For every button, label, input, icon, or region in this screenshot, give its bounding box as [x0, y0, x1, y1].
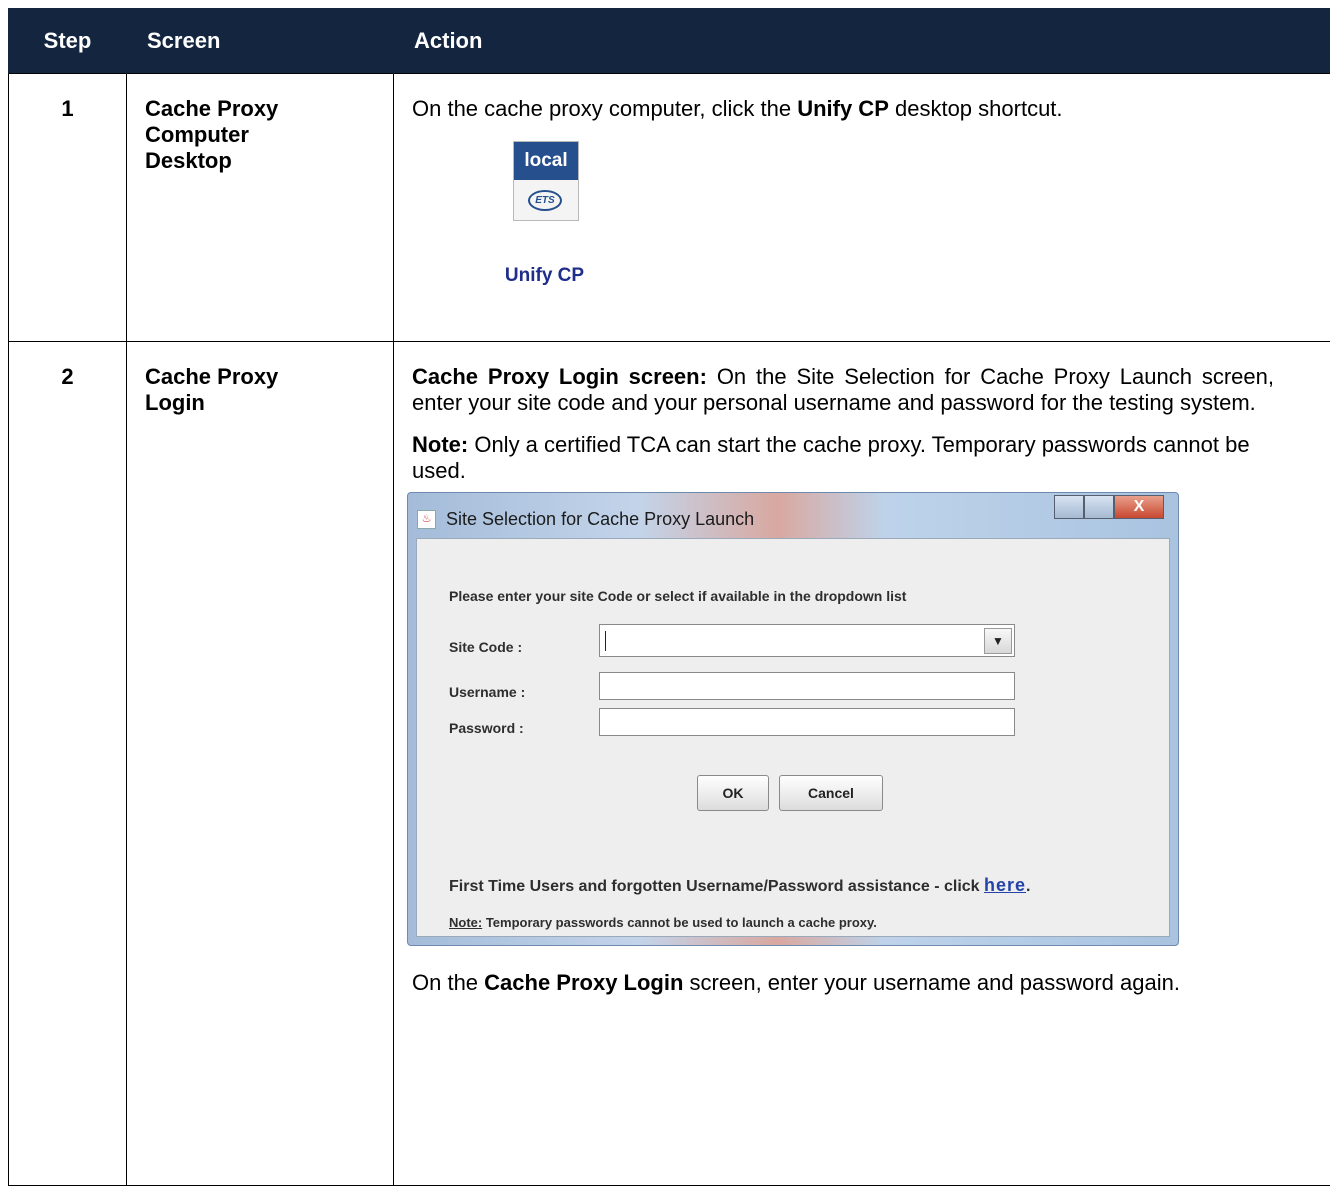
action-text-bold: Cache Proxy Login screen:: [412, 364, 707, 389]
column-header-screen: Screen: [127, 8, 394, 74]
note-text: Only a certified TCA can start the cache…: [412, 432, 1250, 483]
help-text: First Time Users and forgotten Username/…: [449, 872, 1031, 900]
unify-cp-shortcut[interactable]: local ETS Unify CP: [492, 141, 672, 301]
dialog-note: Note: Temporary passwords cannot be used…: [449, 910, 877, 936]
step-number: 2: [9, 342, 127, 1186]
dialog-body: Please enter your site Code or select if…: [416, 538, 1170, 937]
action-cell: Cache Proxy Login screen: On the Site Se…: [394, 342, 1330, 1186]
shortcut-label[interactable]: Unify CP: [492, 263, 597, 289]
window-controls: X: [1054, 495, 1164, 519]
java-app-icon: ♨: [417, 510, 436, 529]
text-cursor: [605, 631, 606, 651]
password-field[interactable]: [599, 708, 1015, 736]
column-header-action: Action: [394, 8, 1330, 74]
action-text-part: screen, enter your username and password…: [683, 970, 1180, 995]
screen-name-line: Computer: [145, 122, 375, 148]
action-cell: On the cache proxy computer, click the U…: [394, 74, 1330, 342]
table-row: 2 Cache Proxy Login Cache Proxy Login sc…: [9, 342, 1330, 1186]
action-text-part: desktop shortcut.: [889, 96, 1063, 121]
chevron-down-icon[interactable]: ▼: [984, 628, 1012, 654]
table-row: 1 Cache Proxy Computer Desktop On the ca…: [9, 74, 1330, 342]
unify-cp-shortcut-icon[interactable]: local ETS: [513, 141, 579, 221]
action-text-bold: Cache Proxy Login: [484, 970, 683, 995]
screen-name-line: Cache Proxy: [145, 96, 375, 122]
close-icon[interactable]: X: [1114, 495, 1164, 519]
dialog-note-label: Note:: [449, 915, 482, 930]
dialog-note-text: Temporary passwords cannot be used to la…: [482, 915, 877, 930]
help-text-part: First Time Users and forgotten Username/…: [449, 878, 984, 895]
site-selection-dialog: ♨ Site Selection for Cache Proxy Launch …: [407, 492, 1179, 946]
column-header-step: Step: [9, 8, 127, 74]
ets-logo-icon: ETS: [528, 190, 562, 211]
instruction-table: Step Screen Action 1 Cache Proxy Compute…: [8, 8, 1330, 1186]
minimize-icon[interactable]: [1054, 495, 1084, 519]
action-text-bold: Unify CP: [797, 96, 889, 121]
site-code-label: Site Code :: [449, 634, 522, 660]
action-paragraph: Cache Proxy Login screen: On the Site Se…: [412, 364, 1274, 416]
username-field[interactable]: [599, 672, 1015, 700]
action-text-part: On the cache proxy computer, click the: [412, 96, 797, 121]
screen-name: Cache Proxy Computer Desktop: [127, 74, 394, 342]
site-code-dropdown[interactable]: ▼: [599, 624, 1015, 657]
dialog-title: Site Selection for Cache Proxy Launch: [446, 506, 754, 532]
maximize-icon[interactable]: [1084, 495, 1114, 519]
icon-top-label: local: [514, 142, 578, 180]
note-label: Note:: [412, 432, 468, 457]
password-label: Password :: [449, 715, 524, 741]
screen-name: Cache Proxy Login: [127, 342, 394, 1186]
cancel-button[interactable]: Cancel: [779, 775, 883, 811]
action-paragraph: On the Cache Proxy Login screen, enter y…: [412, 970, 1274, 996]
screen-name-line: Desktop: [145, 148, 375, 174]
action-text-part: On the: [412, 970, 484, 995]
username-label: Username :: [449, 679, 525, 705]
ok-button[interactable]: OK: [697, 775, 769, 811]
dialog-instruction: Please enter your site Code or select if…: [449, 583, 906, 609]
table-header-row: Step Screen Action: [9, 8, 1330, 74]
action-text: On the cache proxy computer, click the U…: [412, 96, 1310, 122]
step-number: 1: [9, 74, 127, 342]
help-link[interactable]: here: [984, 875, 1026, 895]
note-paragraph: Note: Only a certified TCA can start the…: [412, 432, 1274, 484]
help-text-end: .: [1026, 878, 1030, 895]
screen-name-line: Login: [145, 390, 375, 416]
screen-name-line: Cache Proxy: [145, 364, 375, 390]
